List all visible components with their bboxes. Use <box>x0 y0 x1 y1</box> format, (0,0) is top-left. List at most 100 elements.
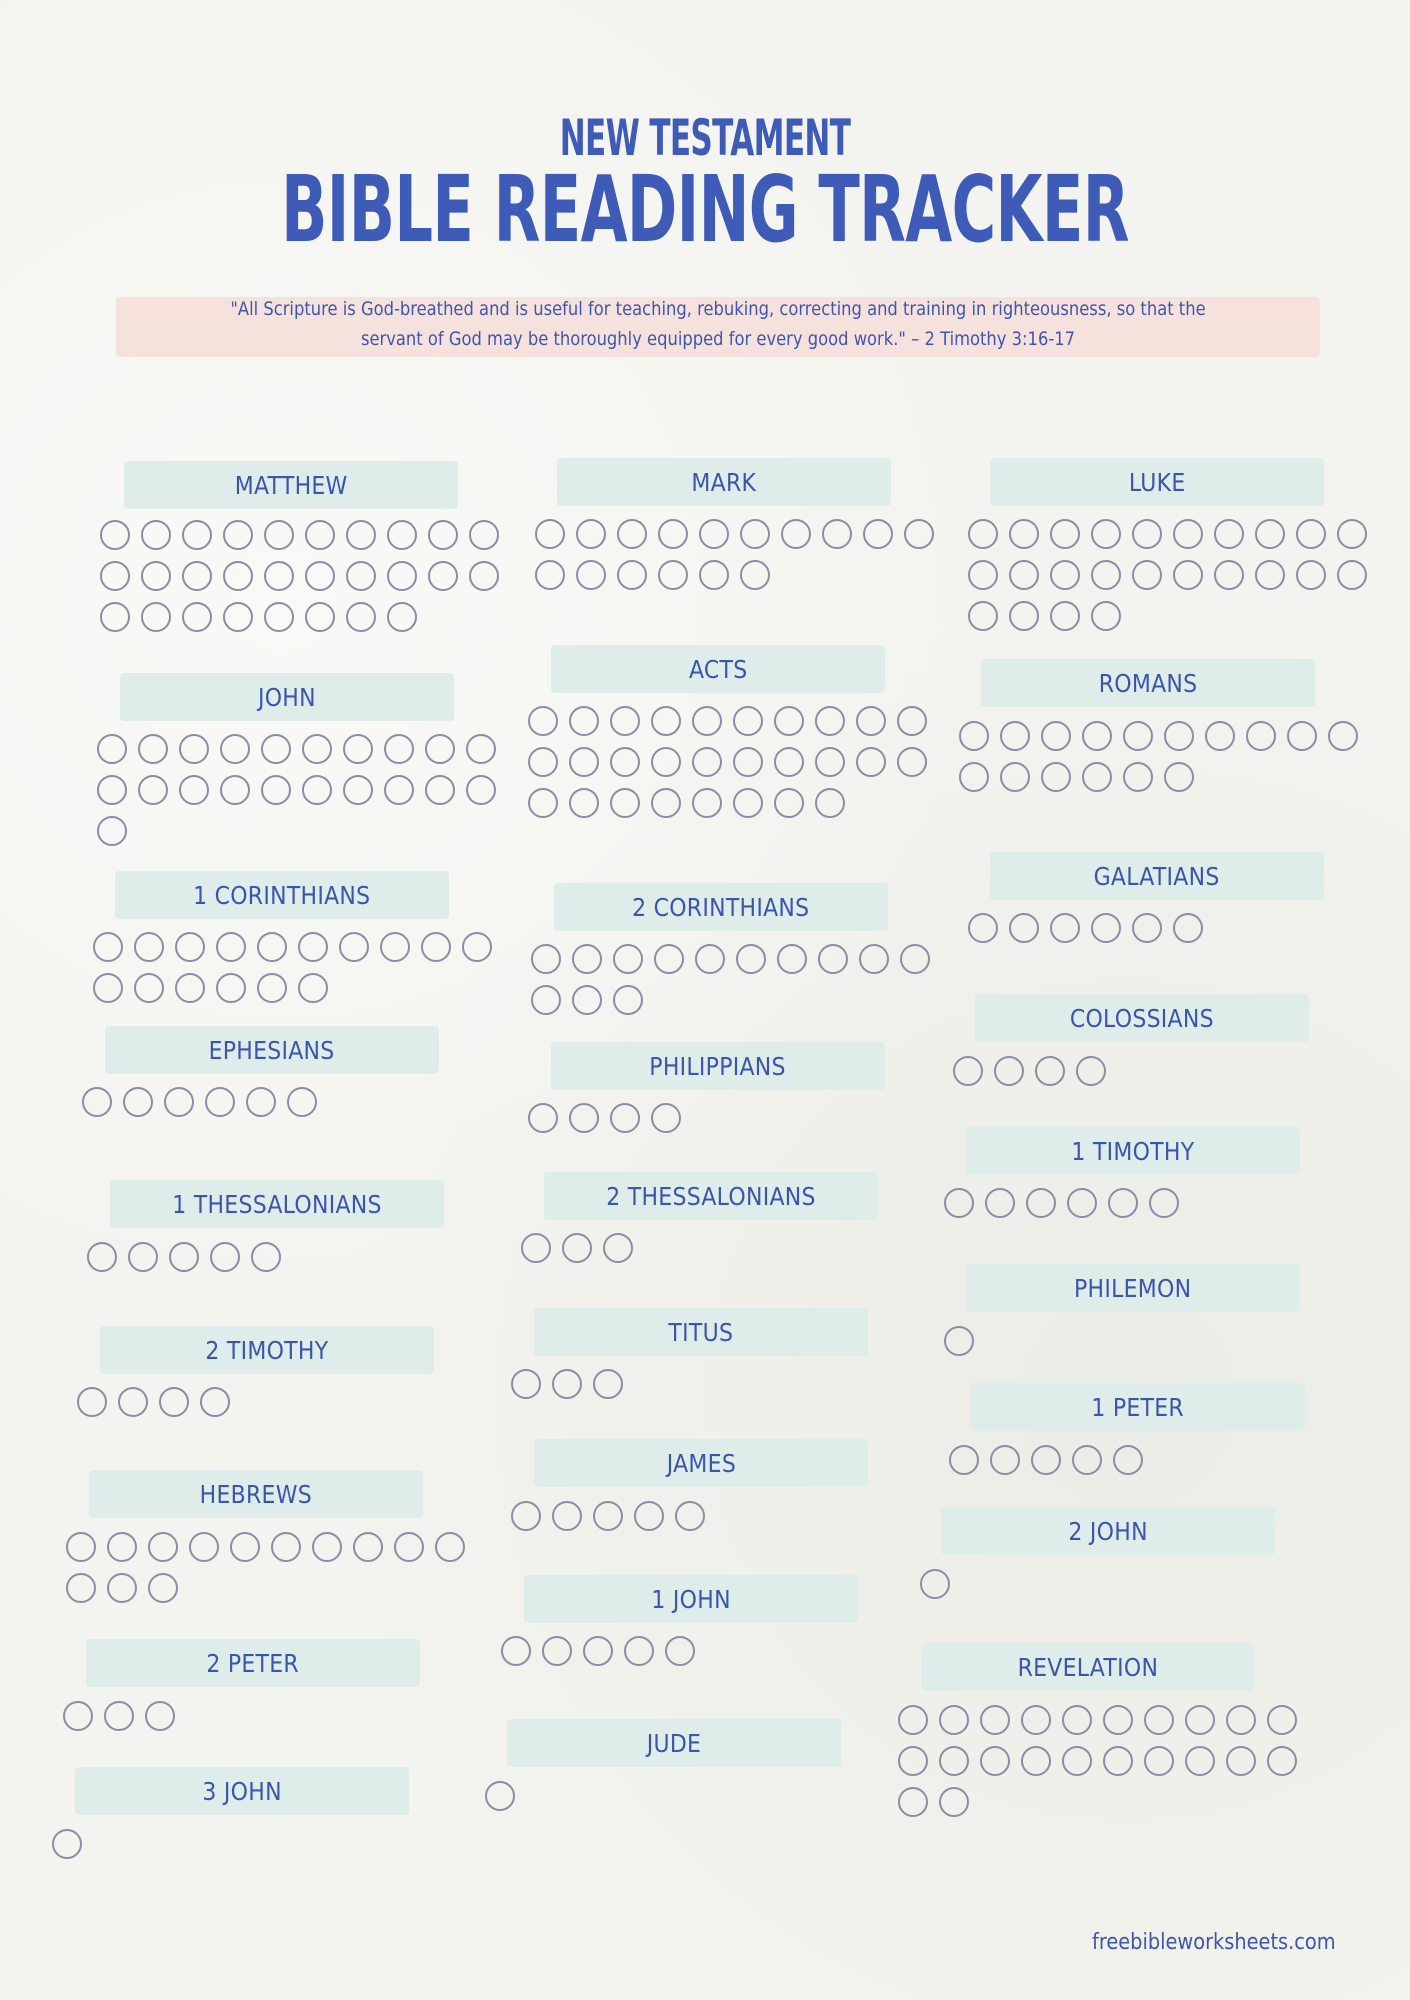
chapter-checkbox[interactable] <box>1185 1705 1215 1735</box>
chapter-checkbox[interactable] <box>1255 519 1285 549</box>
chapter-checkbox[interactable] <box>305 561 335 591</box>
chapter-checkbox[interactable] <box>1103 1746 1133 1776</box>
chapter-checkbox[interactable] <box>93 932 123 962</box>
chapter-checkbox[interactable] <box>815 747 845 777</box>
chapter-checkbox[interactable] <box>1035 1056 1065 1086</box>
chapter-checkbox[interactable] <box>134 973 164 1003</box>
chapter-checkbox[interactable] <box>1050 519 1080 549</box>
chapter-checkbox[interactable] <box>569 747 599 777</box>
chapter-checkbox[interactable] <box>1205 721 1235 751</box>
chapter-checkbox[interactable] <box>138 734 168 764</box>
chapter-checkbox[interactable] <box>1103 1705 1133 1735</box>
chapter-checkbox[interactable] <box>863 519 893 549</box>
chapter-checkbox[interactable] <box>774 747 804 777</box>
chapter-checkbox[interactable] <box>223 520 253 550</box>
chapter-checkbox[interactable] <box>695 944 725 974</box>
chapter-checkbox[interactable] <box>528 1103 558 1133</box>
chapter-checkbox[interactable] <box>898 1787 928 1817</box>
chapter-checkbox[interactable] <box>521 1233 551 1263</box>
chapter-checkbox[interactable] <box>651 747 681 777</box>
chapter-checkbox[interactable] <box>246 1087 276 1117</box>
chapter-checkbox[interactable] <box>1067 1188 1097 1218</box>
chapter-checkbox[interactable] <box>898 1746 928 1776</box>
chapter-checkbox[interactable] <box>220 775 250 805</box>
chapter-checkbox[interactable] <box>264 520 294 550</box>
chapter-checkbox[interactable] <box>1328 721 1358 751</box>
chapter-checkbox[interactable] <box>1337 519 1367 549</box>
chapter-checkbox[interactable] <box>1009 560 1039 590</box>
chapter-checkbox[interactable] <box>968 913 998 943</box>
chapter-checkbox[interactable] <box>1062 1705 1092 1735</box>
chapter-checkbox[interactable] <box>569 1103 599 1133</box>
chapter-checkbox[interactable] <box>572 985 602 1015</box>
chapter-checkbox[interactable] <box>897 747 927 777</box>
chapter-checkbox[interactable] <box>944 1188 974 1218</box>
chapter-checkbox[interactable] <box>774 788 804 818</box>
chapter-checkbox[interactable] <box>699 519 729 549</box>
chapter-checkbox[interactable] <box>733 788 763 818</box>
chapter-checkbox[interactable] <box>1144 1705 1174 1735</box>
chapter-checkbox[interactable] <box>346 602 376 632</box>
chapter-checkbox[interactable] <box>425 775 455 805</box>
chapter-checkbox[interactable] <box>617 560 647 590</box>
chapter-checkbox[interactable] <box>552 1369 582 1399</box>
chapter-checkbox[interactable] <box>346 520 376 550</box>
chapter-checkbox[interactable] <box>665 1636 695 1666</box>
chapter-checkbox[interactable] <box>220 734 250 764</box>
chapter-checkbox[interactable] <box>1009 519 1039 549</box>
chapter-checkbox[interactable] <box>118 1387 148 1417</box>
chapter-checkbox[interactable] <box>658 560 688 590</box>
chapter-checkbox[interactable] <box>583 1636 613 1666</box>
chapter-checkbox[interactable] <box>968 519 998 549</box>
chapter-checkbox[interactable] <box>425 734 455 764</box>
chapter-checkbox[interactable] <box>856 706 886 736</box>
chapter-checkbox[interactable] <box>1000 721 1030 751</box>
chapter-checkbox[interactable] <box>603 1233 633 1263</box>
chapter-checkbox[interactable] <box>939 1787 969 1817</box>
chapter-checkbox[interactable] <box>261 775 291 805</box>
chapter-checkbox[interactable] <box>1267 1746 1297 1776</box>
chapter-checkbox[interactable] <box>384 734 414 764</box>
chapter-checkbox[interactable] <box>531 944 561 974</box>
chapter-checkbox[interactable] <box>264 561 294 591</box>
chapter-checkbox[interactable] <box>528 747 558 777</box>
chapter-checkbox[interactable] <box>1050 560 1080 590</box>
chapter-checkbox[interactable] <box>1337 560 1367 590</box>
chapter-checkbox[interactable] <box>159 1387 189 1417</box>
chapter-checkbox[interactable] <box>107 1532 137 1562</box>
chapter-checkbox[interactable] <box>469 520 499 550</box>
chapter-checkbox[interactable] <box>312 1532 342 1562</box>
chapter-checkbox[interactable] <box>818 944 848 974</box>
chapter-checkbox[interactable] <box>346 561 376 591</box>
chapter-checkbox[interactable] <box>469 561 499 591</box>
chapter-checkbox[interactable] <box>189 1532 219 1562</box>
chapter-checkbox[interactable] <box>1091 560 1121 590</box>
chapter-checkbox[interactable] <box>939 1746 969 1776</box>
chapter-checkbox[interactable] <box>107 1573 137 1603</box>
chapter-checkbox[interactable] <box>141 520 171 550</box>
chapter-checkbox[interactable] <box>980 1746 1010 1776</box>
chapter-checkbox[interactable] <box>593 1369 623 1399</box>
chapter-checkbox[interactable] <box>1287 721 1317 751</box>
chapter-checkbox[interactable] <box>501 1636 531 1666</box>
chapter-checkbox[interactable] <box>428 520 458 550</box>
chapter-checkbox[interactable] <box>572 944 602 974</box>
chapter-checkbox[interactable] <box>859 944 889 974</box>
chapter-checkbox[interactable] <box>1123 762 1153 792</box>
chapter-checkbox[interactable] <box>1091 601 1121 631</box>
chapter-checkbox[interactable] <box>774 706 804 736</box>
chapter-checkbox[interactable] <box>985 1188 1015 1218</box>
chapter-checkbox[interactable] <box>179 775 209 805</box>
chapter-checkbox[interactable] <box>535 560 565 590</box>
chapter-checkbox[interactable] <box>466 734 496 764</box>
chapter-checkbox[interactable] <box>387 561 417 591</box>
chapter-checkbox[interactable] <box>261 734 291 764</box>
chapter-checkbox[interactable] <box>82 1087 112 1117</box>
chapter-checkbox[interactable] <box>815 706 845 736</box>
chapter-checkbox[interactable] <box>904 519 934 549</box>
chapter-checkbox[interactable] <box>230 1532 260 1562</box>
chapter-checkbox[interactable] <box>216 932 246 962</box>
chapter-checkbox[interactable] <box>305 602 335 632</box>
chapter-checkbox[interactable] <box>897 706 927 736</box>
chapter-checkbox[interactable] <box>576 560 606 590</box>
